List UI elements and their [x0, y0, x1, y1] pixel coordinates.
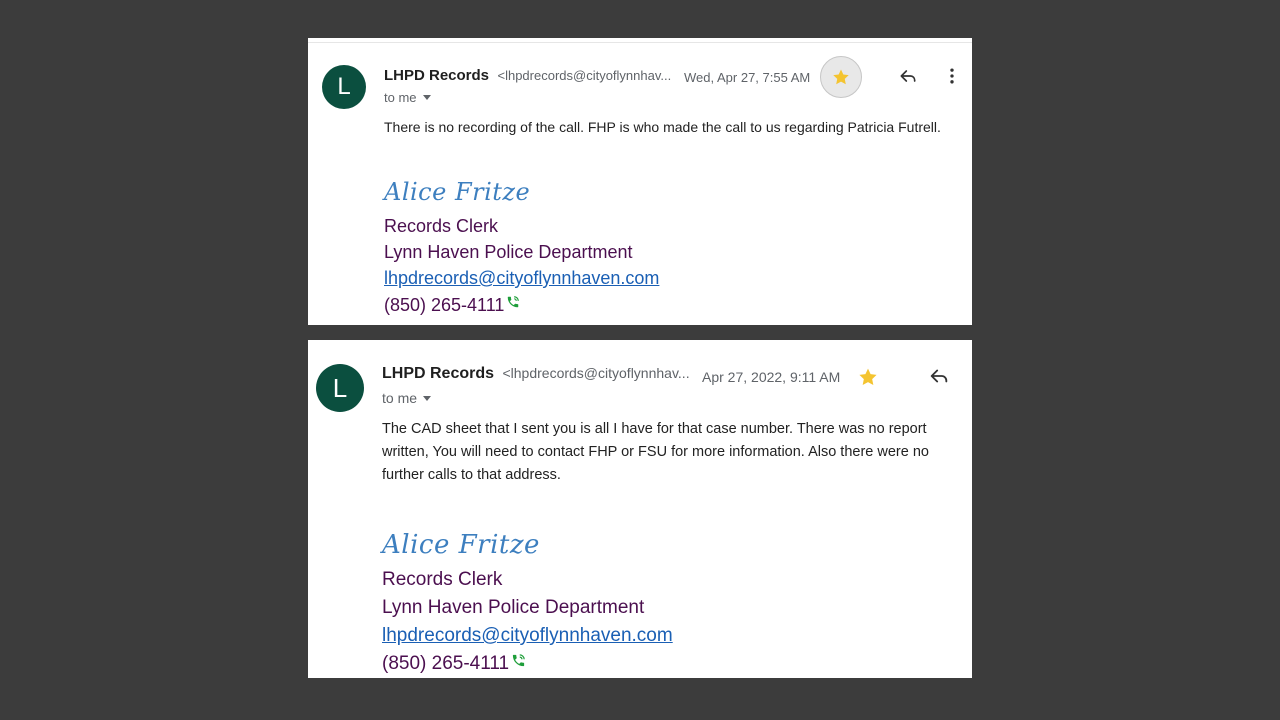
sender-name[interactable]: LHPD Records [384, 67, 489, 84]
star-button[interactable] [857, 366, 879, 388]
sender-name[interactable]: LHPD Records [382, 365, 494, 382]
body-line: further calls to that address. [382, 467, 561, 483]
recipient-toggle[interactable]: to me [384, 90, 431, 105]
signature-title: Records Clerk [384, 216, 499, 236]
email-card-1: L LHPD Records <lhpdrecords@cityoflynnha… [308, 38, 972, 325]
star-icon [833, 69, 849, 85]
sender-email: <lhpdrecords@cityoflynnhav... [497, 68, 672, 83]
signature-phone[interactable]: (850) 265-4111 [382, 653, 509, 674]
sender-line: LHPD Records <lhpdrecords@cityoflynnhav.… [382, 365, 690, 383]
email-date: Apr 27, 2022, 9:11 AM [702, 369, 841, 385]
reply-button[interactable] [927, 364, 951, 388]
star-icon [859, 368, 877, 385]
avatar[interactable]: L [322, 65, 366, 109]
body-line: The CAD sheet that I sent you is all I h… [382, 421, 927, 437]
signature-email-line: lhpdrecords@cityoflynnhaven.com [382, 625, 673, 647]
divider [308, 42, 972, 43]
more-vert-icon [950, 68, 954, 84]
email-date: Wed, Apr 27, 7:55 AM [684, 70, 811, 85]
recipient-label: to me [382, 390, 418, 406]
signature-department: Lynn Haven Police Department [384, 242, 633, 262]
signature-phone[interactable]: (850) 265-4111 [384, 295, 504, 315]
signature-phone-line: (850) 265-4111 [382, 653, 526, 675]
signature-department: Lynn Haven Police Department [382, 597, 645, 618]
signature-name: Alice Fritze [382, 530, 540, 560]
signature-name: Alice Fritze [384, 178, 531, 206]
reply-button[interactable] [896, 64, 920, 88]
star-button[interactable] [820, 56, 862, 98]
recipient-label: to me [384, 90, 417, 105]
caret-down-icon [423, 395, 432, 401]
phone-icon[interactable] [506, 295, 520, 309]
avatar[interactable]: L [316, 364, 364, 412]
signature-phone-line: (850) 265-4111 [384, 295, 520, 316]
signature-email-link[interactable]: lhpdrecords@cityoflynnhaven.com [384, 268, 659, 288]
recipient-toggle[interactable]: to me [382, 390, 432, 406]
phone-icon[interactable] [511, 653, 526, 668]
body-line: written, You will need to contact FHP or… [382, 444, 929, 460]
email-card-2: L LHPD Records <lhpdrecords@cityoflynnha… [308, 340, 972, 678]
email-body: There is no recording of the call. FHP i… [384, 119, 941, 135]
signature-email-line: lhpdrecords@cityoflynnhaven.com [384, 268, 659, 289]
caret-down-icon [422, 95, 431, 100]
email-body: The CAD sheet that I sent you is all I h… [382, 418, 972, 487]
signature-email-link[interactable]: lhpdrecords@cityoflynnhaven.com [382, 625, 673, 646]
sender-email: <lhpdrecords@cityoflynnhav... [502, 365, 690, 381]
sender-line: LHPD Records <lhpdrecords@cityoflynnhav.… [384, 67, 671, 85]
reply-icon [900, 70, 916, 82]
reply-icon [930, 369, 948, 383]
signature-title: Records Clerk [382, 569, 503, 590]
more-options-button[interactable] [940, 64, 964, 88]
